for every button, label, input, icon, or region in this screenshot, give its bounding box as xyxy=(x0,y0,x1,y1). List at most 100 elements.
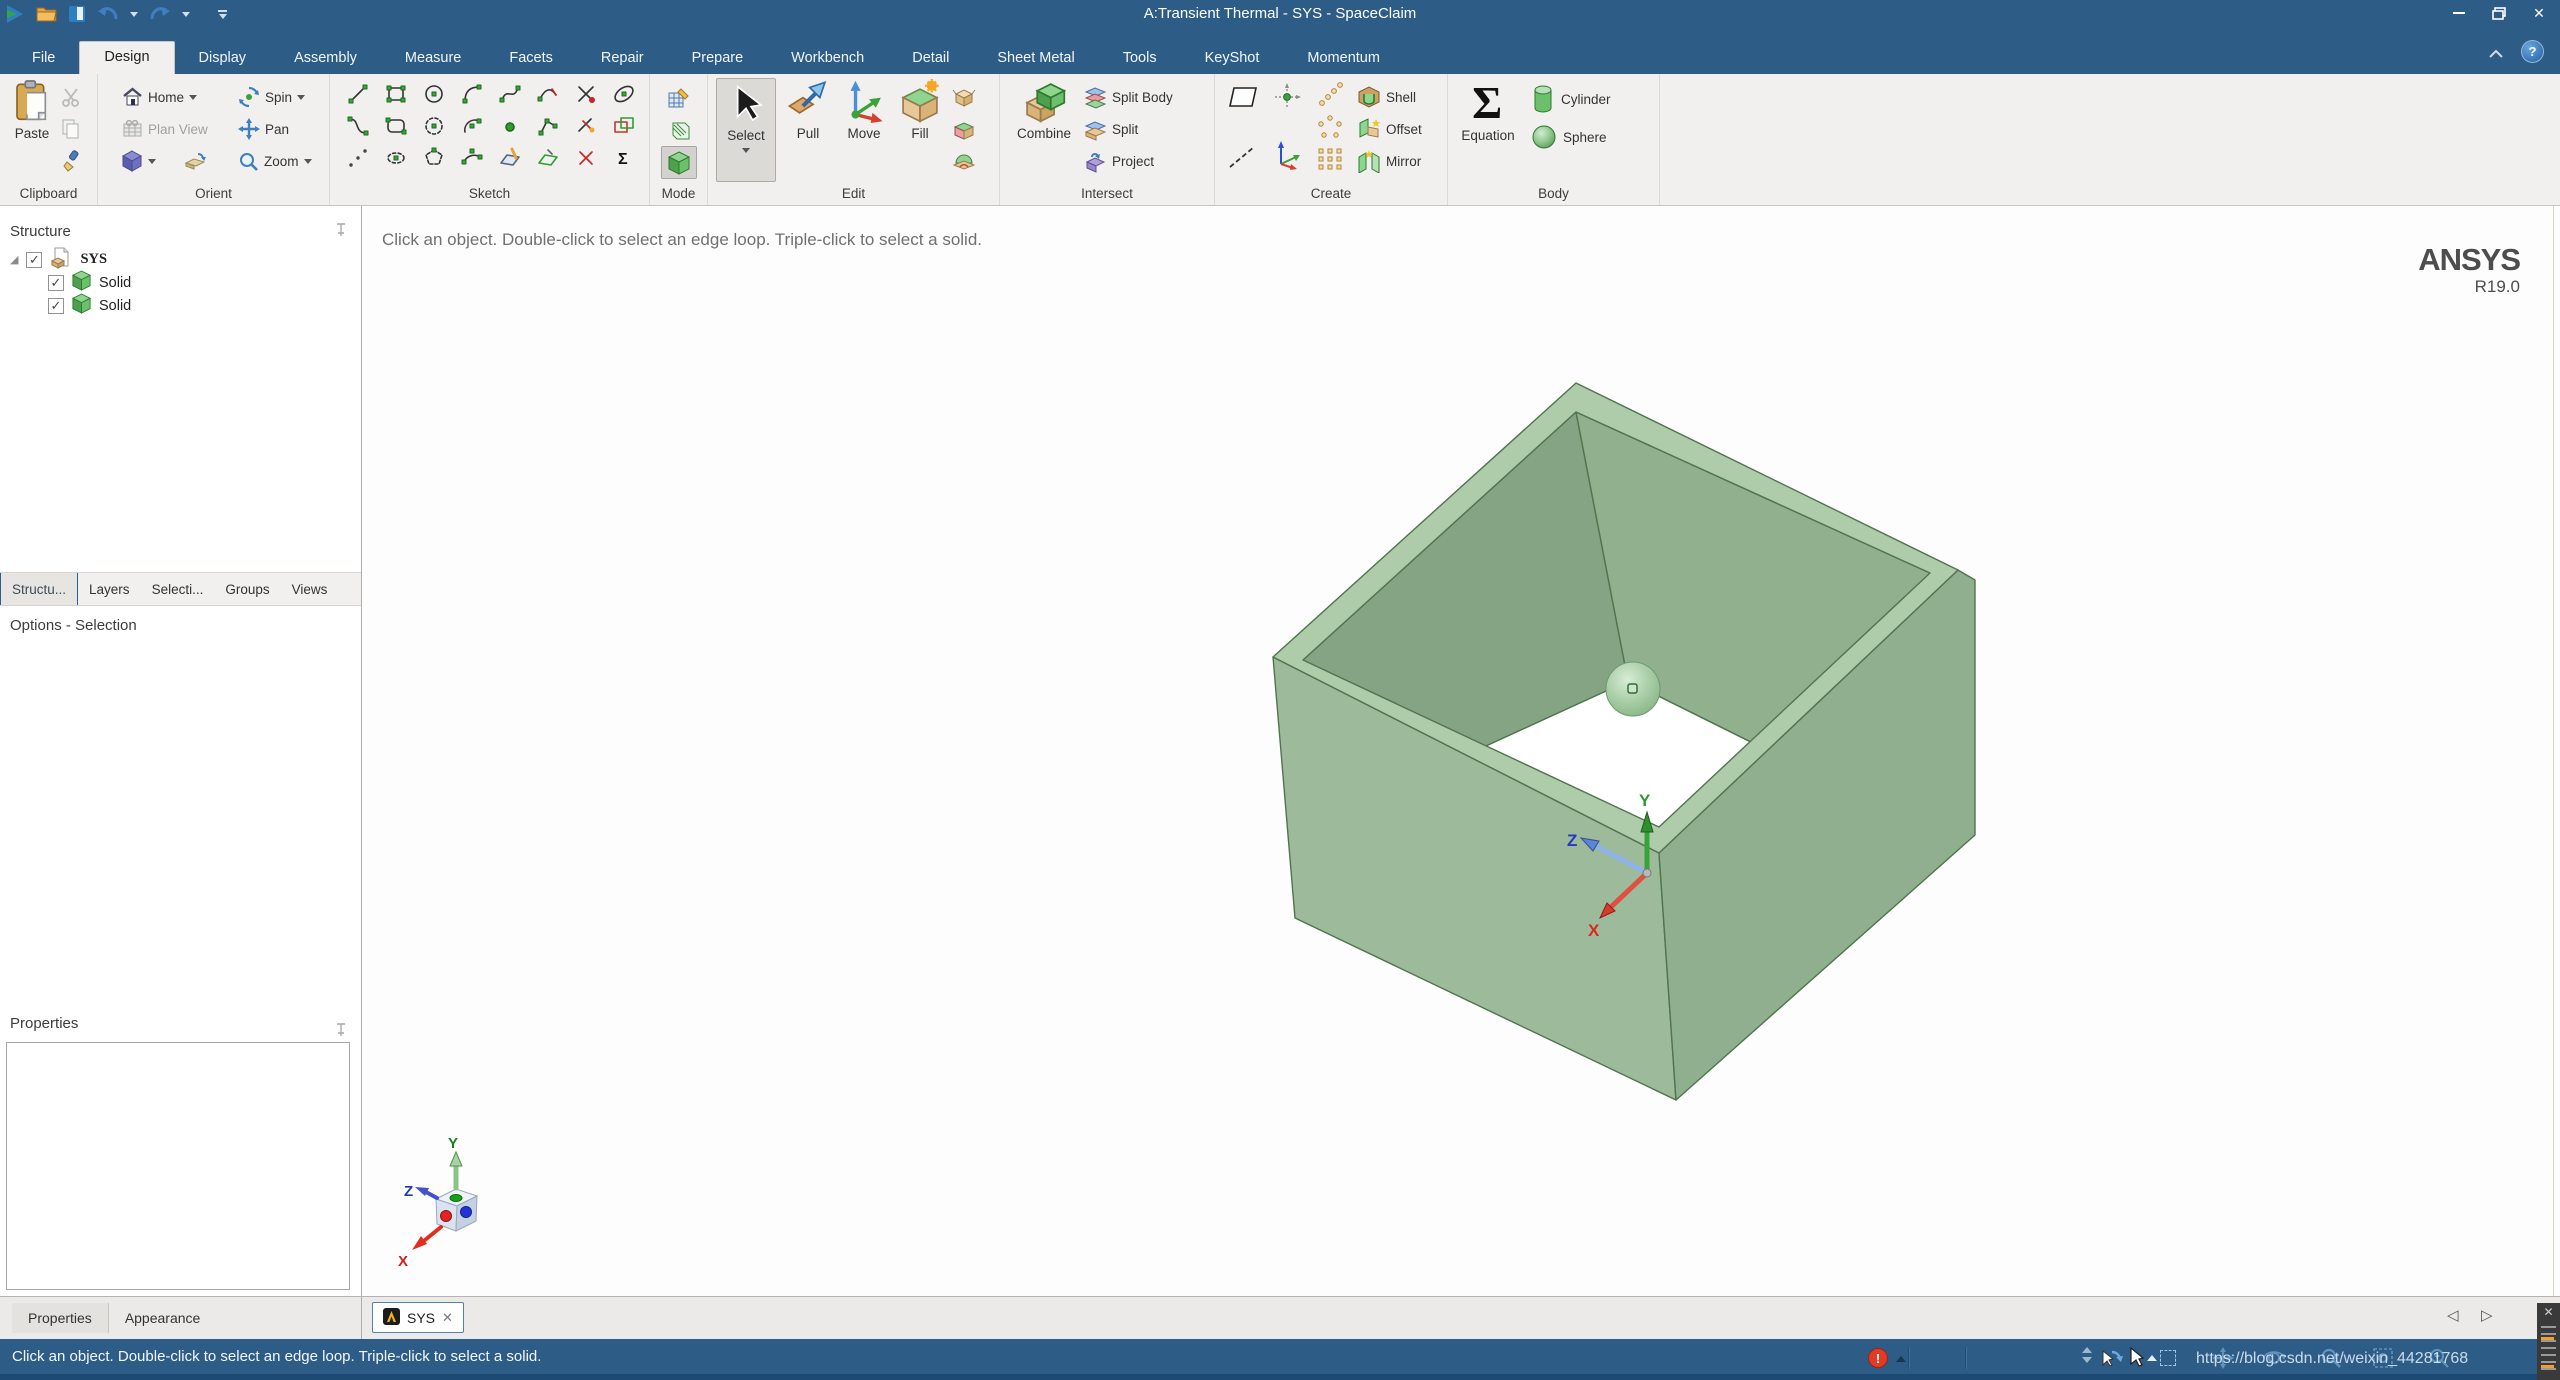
model-3d-scene[interactable]: Z X Y Y xyxy=(362,206,2560,1296)
point-pattern-grid-icon[interactable] xyxy=(1317,144,1343,174)
sweep-curve-icon[interactable] xyxy=(344,112,372,140)
close-button[interactable]: ✕ xyxy=(2526,2,2552,24)
split-button[interactable]: Split xyxy=(1084,114,1138,144)
trim-away-icon[interactable] xyxy=(572,80,600,108)
point-pattern-circular-icon[interactable] xyxy=(1317,112,1343,142)
shell-button[interactable]: Shell xyxy=(1357,82,1416,112)
select-cursor-icon[interactable] xyxy=(2128,1347,2145,1372)
tab-scroll-right-icon[interactable]: ▷ xyxy=(2481,1306,2493,1324)
selection-box-icon[interactable] xyxy=(2160,1350,2176,1366)
tab-layers[interactable]: Layers xyxy=(78,573,141,605)
tree-solid1-label[interactable]: Solid xyxy=(99,275,131,291)
menu-tab-tools[interactable]: Tools xyxy=(1099,43,1181,74)
collapse-ribbon-icon[interactable] xyxy=(2488,46,2504,62)
spin-button[interactable]: Spin xyxy=(238,82,305,112)
polyline-icon[interactable] xyxy=(534,112,562,140)
pin-icon[interactable] xyxy=(335,223,347,241)
tree-root-label[interactable]: SYS xyxy=(80,251,107,268)
equation-curve-icon[interactable]: Σ xyxy=(610,144,638,172)
polygon-icon[interactable] xyxy=(420,144,448,172)
menu-tab-workbench[interactable]: Workbench xyxy=(767,43,888,74)
pan-button[interactable]: Pan xyxy=(238,114,289,144)
cut-button[interactable] xyxy=(60,82,82,112)
delete-curve-icon[interactable] xyxy=(572,144,600,172)
tab-views[interactable]: Views xyxy=(281,573,339,605)
menu-tab-keyshot[interactable]: KeyShot xyxy=(1181,43,1284,74)
move-plane-icon[interactable] xyxy=(534,144,562,172)
solid1-visibility-checkbox[interactable]: ✓ xyxy=(48,275,64,291)
open-box-solid[interactable] xyxy=(1273,383,1975,1100)
arc-center-icon[interactable] xyxy=(458,112,486,140)
sketch-mode-button[interactable] xyxy=(661,82,697,115)
plane-icon[interactable] xyxy=(1227,82,1259,112)
menu-tab-design[interactable]: Design xyxy=(79,41,174,74)
tab-structure[interactable]: Structu... xyxy=(0,573,78,605)
fill-button[interactable]: Fill xyxy=(894,79,946,141)
point-icon[interactable] xyxy=(496,112,524,140)
solid2-visibility-checkbox[interactable]: ✓ xyxy=(48,298,64,314)
csdn-widget[interactable]: ✕ xyxy=(2537,1303,2560,1380)
footer-tab-appearance[interactable]: Appearance xyxy=(109,1303,217,1333)
tree-row-root[interactable]: ◢ ✓ SYS xyxy=(10,248,107,271)
construction-ellipse-icon[interactable] xyxy=(382,144,410,172)
copy-button[interactable] xyxy=(60,114,82,144)
document-tab-sys[interactable]: SYS ✕ xyxy=(372,1302,464,1333)
menu-tab-assembly[interactable]: Assembly xyxy=(270,43,381,74)
menu-tab-file[interactable]: File xyxy=(8,43,79,74)
solid-mode-button[interactable] xyxy=(661,146,697,179)
tree-expander-icon[interactable]: ◢ xyxy=(10,253,18,266)
tree-row-solid-2[interactable]: ✓ Solid xyxy=(48,294,131,317)
select-button[interactable]: Select xyxy=(716,78,776,182)
equation-button[interactable]: Σ Equation xyxy=(1456,79,1520,143)
menu-tab-measure[interactable]: Measure xyxy=(381,43,485,74)
origin-icon[interactable] xyxy=(1273,82,1301,112)
tree-solid2-label[interactable]: Solid xyxy=(99,298,131,314)
menu-tab-display[interactable]: Display xyxy=(175,43,271,74)
circle-icon[interactable] xyxy=(420,80,448,108)
plan-view-button[interactable]: Plan View xyxy=(122,114,208,144)
bend-curve-icon[interactable] xyxy=(534,80,562,108)
construction-circle-icon[interactable] xyxy=(420,112,448,140)
help-icon[interactable]: ? xyxy=(2521,40,2544,63)
snapshot-button[interactable] xyxy=(184,146,206,176)
footer-tab-properties[interactable]: Properties xyxy=(12,1303,109,1333)
combine-button[interactable]: Combine xyxy=(1012,79,1076,141)
status-scroll-arrows[interactable] xyxy=(2082,1347,2092,1363)
view-orientation-triad[interactable]: Y Z X xyxy=(398,1135,477,1270)
axis-icon[interactable] xyxy=(1227,142,1257,172)
format-painter-button[interactable] xyxy=(60,146,82,176)
project-button[interactable]: Project xyxy=(1084,146,1154,176)
line-icon[interactable] xyxy=(344,80,372,108)
axes-icon[interactable] xyxy=(1273,140,1301,170)
minimize-button[interactable] xyxy=(2446,2,2472,24)
open-box-icon[interactable] xyxy=(952,82,976,112)
cursor-options-caret[interactable] xyxy=(2147,1355,2157,1361)
paste-button[interactable]: Paste xyxy=(8,79,56,141)
sketch-plane-icon[interactable] xyxy=(496,144,524,172)
dome-icon[interactable] xyxy=(952,146,976,176)
tree-row-solid-1[interactable]: ✓ Solid xyxy=(48,271,131,294)
menu-tab-sheet-metal[interactable]: Sheet Metal xyxy=(973,43,1098,74)
model-canvas[interactable]: Click an object. Double-click to select … xyxy=(362,206,2560,1296)
spline-icon[interactable] xyxy=(496,80,524,108)
sphere-button[interactable]: Sphere xyxy=(1530,122,1607,152)
zoom-button[interactable]: Zoom xyxy=(238,146,312,176)
mirror-button[interactable]: Mirror xyxy=(1357,146,1421,176)
menu-tab-detail[interactable]: Detail xyxy=(888,43,973,74)
pull-button[interactable]: Pull xyxy=(782,79,834,141)
cylinder-button[interactable]: Cylinder xyxy=(1530,84,1611,114)
menu-tab-repair[interactable]: Repair xyxy=(577,43,668,74)
project-icon[interactable] xyxy=(610,112,638,140)
home-view-button[interactable]: Home xyxy=(122,82,197,112)
error-caret-icon[interactable] xyxy=(1896,1356,1906,1362)
trim-corner-icon[interactable] xyxy=(572,112,600,140)
rectangle-icon[interactable] xyxy=(382,80,410,108)
ellipse-icon[interactable] xyxy=(610,80,638,108)
root-visibility-checkbox[interactable]: ✓ xyxy=(26,252,42,268)
split-body-button[interactable]: Split Body xyxy=(1084,82,1173,112)
construction-points-icon[interactable] xyxy=(344,144,372,172)
tab-selection[interactable]: Selecti... xyxy=(141,573,215,605)
close-document-icon[interactable]: ✕ xyxy=(442,1310,453,1326)
tab-groups[interactable]: Groups xyxy=(214,573,280,605)
csdn-widget-close-icon[interactable]: ✕ xyxy=(2537,1305,2560,1319)
